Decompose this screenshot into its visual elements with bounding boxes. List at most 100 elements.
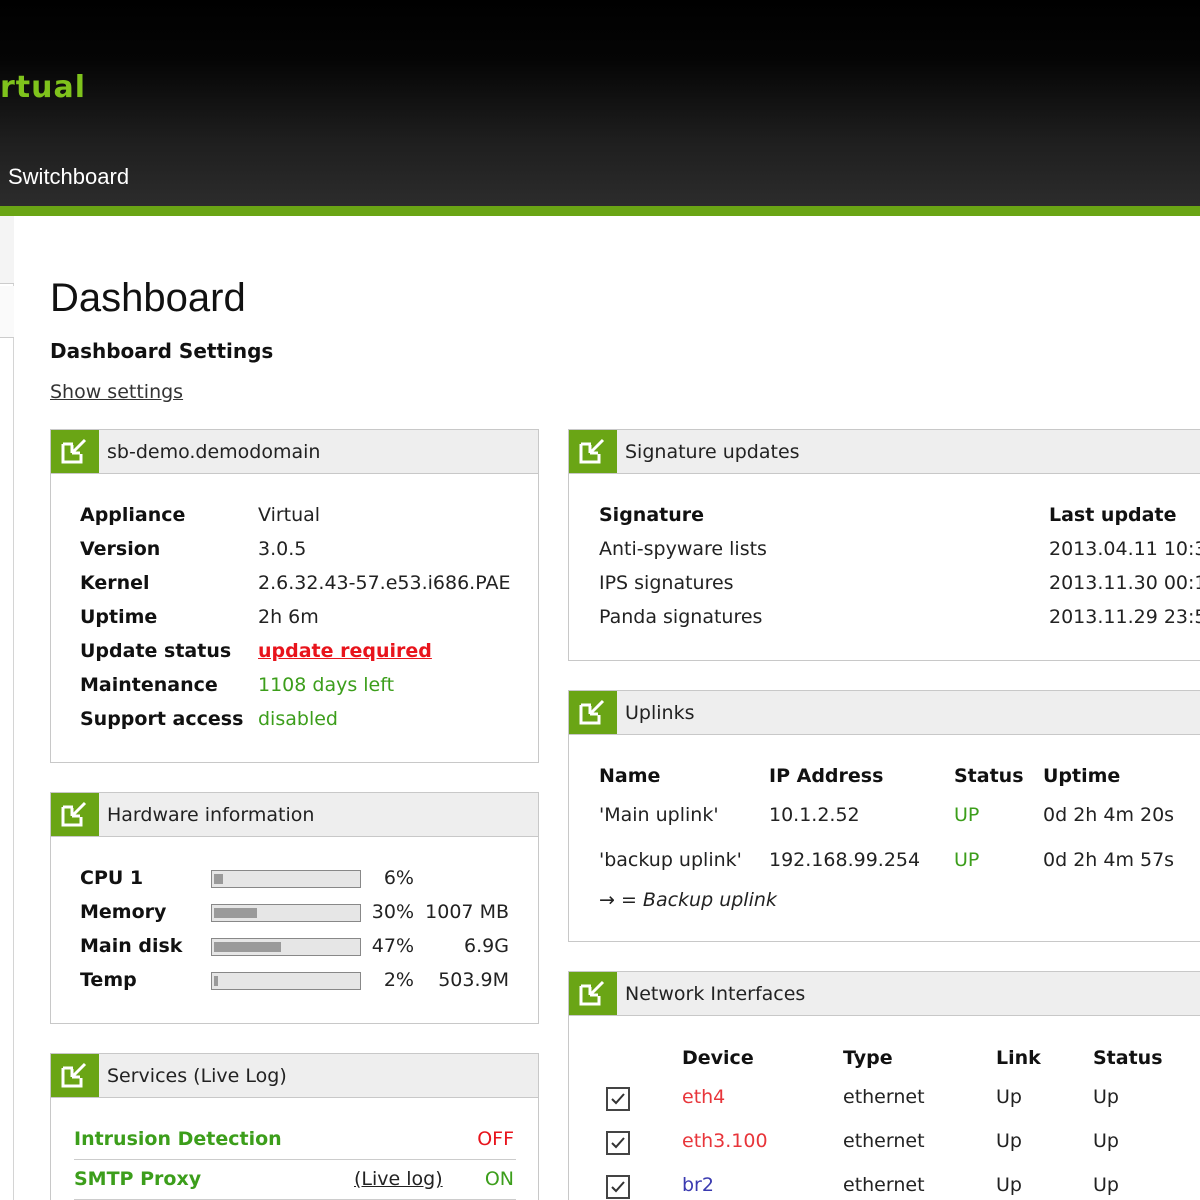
sidebar-segment[interactable]: [0, 216, 14, 284]
collapse-arrow-icon[interactable]: [51, 1054, 99, 1097]
service-name[interactable]: SMTP Proxy: [74, 1168, 201, 1190]
right-arrow-icon: →: [599, 889, 621, 911]
info-value: 3.0.5: [258, 538, 307, 560]
info-label: Version: [80, 538, 161, 560]
hardware-label: Main disk: [80, 935, 183, 957]
interface-status: Up: [1093, 1174, 1119, 1196]
collapse-arrow-icon[interactable]: [569, 430, 617, 473]
interface-checkbox[interactable]: [606, 1175, 630, 1199]
collapse-arrow-icon[interactable]: [569, 691, 617, 734]
nav-item-switchboard[interactable]: Switchboard: [8, 164, 129, 190]
uplink-name-link[interactable]: 'backup uplink': [599, 849, 742, 871]
interface-status: Up: [1093, 1130, 1119, 1152]
hardware-label: Memory: [80, 901, 167, 923]
collapse-arrow-icon[interactable]: [569, 972, 617, 1015]
service-name[interactable]: Intrusion Detection: [74, 1128, 282, 1150]
panel-header[interactable]: sb-demo.demodomain: [51, 430, 538, 474]
interface-link: Up: [996, 1086, 1022, 1108]
info-value: 1108 days left: [258, 674, 395, 696]
col-header-ip: IP Address: [769, 765, 884, 787]
panel-title: Hardware information: [107, 804, 315, 826]
panel-title: Signature updates: [625, 441, 800, 463]
info-value: 2h 6m: [258, 606, 319, 628]
col-header-uptime: Uptime: [1043, 765, 1121, 787]
signature-name: Anti-spyware lists: [599, 538, 767, 560]
signature-name: Panda signatures: [599, 606, 763, 628]
service-state-toggle[interactable]: ON: [485, 1168, 514, 1190]
usage-bar-fill: [214, 874, 223, 884]
interface-device-link[interactable]: eth4: [682, 1086, 725, 1108]
signature-last-update: 2013.04.11 10:33: [1049, 538, 1200, 560]
panel-title: Services (Live Log): [107, 1065, 287, 1087]
services-panel: Services (Live Log) Intrusion Detection O…: [50, 1053, 539, 1200]
dashboard-settings-heading: Dashboard Settings: [50, 339, 274, 363]
interface-checkbox[interactable]: [606, 1131, 630, 1155]
info-label: Kernel: [80, 572, 150, 594]
col-header-last-update: Last update: [1049, 504, 1177, 526]
usage-percent: 6%: [383, 867, 414, 889]
info-label: Support access: [80, 708, 244, 730]
usage-bar: [211, 870, 361, 888]
interface-type: ethernet: [843, 1130, 925, 1152]
panel-title: Uplinks: [625, 702, 695, 724]
service-state-toggle[interactable]: OFF: [477, 1128, 514, 1150]
usage-bar-fill: [214, 908, 257, 918]
uplink-status: UP: [954, 849, 980, 871]
interface-checkbox[interactable]: [606, 1087, 630, 1111]
info-value: 2.6.32.43-57.e53.i686.PAE: [258, 572, 511, 594]
usage-percent: 30%: [371, 901, 414, 923]
col-header-type: Type: [843, 1047, 893, 1069]
usage-bar-fill: [214, 942, 281, 952]
hardware-label: Temp: [80, 969, 137, 991]
info-label: Appliance: [80, 504, 186, 526]
usage-percent: 47%: [371, 935, 414, 957]
signature-last-update: 2013.11.30 00:12: [1049, 572, 1200, 594]
usage-bar-fill: [214, 976, 218, 986]
interface-link: Up: [996, 1174, 1022, 1196]
panel-header[interactable]: Signature updates: [569, 430, 1200, 474]
collapse-arrow-icon[interactable]: [51, 793, 99, 836]
interface-type: ethernet: [843, 1174, 925, 1196]
uplink-uptime: 0d 2h 4m 57s: [1043, 849, 1175, 871]
panel-header[interactable]: Uplinks: [569, 691, 1200, 735]
signature-last-update: 2013.11.29 23:57: [1049, 606, 1200, 628]
interface-device-link[interactable]: br2: [682, 1174, 714, 1196]
uplink-ip: 10.1.2.52: [769, 804, 860, 826]
usage-percent: 2%: [383, 969, 414, 991]
uplink-name-link[interactable]: 'Main uplink': [599, 804, 719, 826]
system-panel: sb-demo.demodomain Appliance Virtual Versi…: [50, 429, 539, 763]
col-header-status: Status: [954, 765, 1024, 787]
uplink-ip: 192.168.99.254: [769, 849, 921, 871]
usage-bar: [211, 938, 361, 956]
interface-link: Up: [996, 1130, 1022, 1152]
usage-amount: 1007 MB: [425, 901, 509, 923]
uplinks-panel: Uplinks Name IP Address Status Uptime 'M…: [568, 690, 1200, 942]
panel-header[interactable]: Network Interfaces: [569, 972, 1200, 1016]
info-label: Update status: [80, 640, 232, 662]
info-label: Maintenance: [80, 674, 218, 696]
sidebar-segment[interactable]: [0, 286, 14, 338]
update-required-link[interactable]: update required: [258, 640, 432, 662]
header-divider: [0, 206, 1200, 216]
signature-panel: Signature updates Signature Last update …: [568, 429, 1200, 661]
show-settings-link[interactable]: Show settings: [50, 381, 183, 403]
backup-uplink-legend: → = Backup uplink: [599, 889, 777, 911]
usage-bar: [211, 904, 361, 922]
col-header-device: Device: [682, 1047, 754, 1069]
checkmark-icon: [611, 1093, 625, 1105]
interface-status: Up: [1093, 1086, 1119, 1108]
uplink-status: UP: [954, 804, 980, 826]
panel-header[interactable]: Hardware information: [51, 793, 538, 837]
col-header-status: Status: [1093, 1047, 1163, 1069]
signature-name: IPS signatures: [599, 572, 734, 594]
left-sidebar-edge: [0, 216, 14, 1200]
brand-logo: rtual: [0, 70, 87, 105]
live-log-link[interactable]: (Live log): [354, 1168, 443, 1190]
hardware-panel: Hardware information CPU 1 6% Memory 30% 100…: [50, 792, 539, 1024]
interface-device-link[interactable]: eth3.100: [682, 1130, 768, 1152]
hardware-label: CPU 1: [80, 867, 144, 889]
collapse-arrow-icon[interactable]: [51, 430, 99, 473]
panel-header[interactable]: Services (Live Log): [51, 1054, 538, 1098]
col-header-signature: Signature: [599, 504, 705, 526]
network-interfaces-panel: Network Interfaces Device Type Link Stat…: [568, 971, 1200, 1200]
